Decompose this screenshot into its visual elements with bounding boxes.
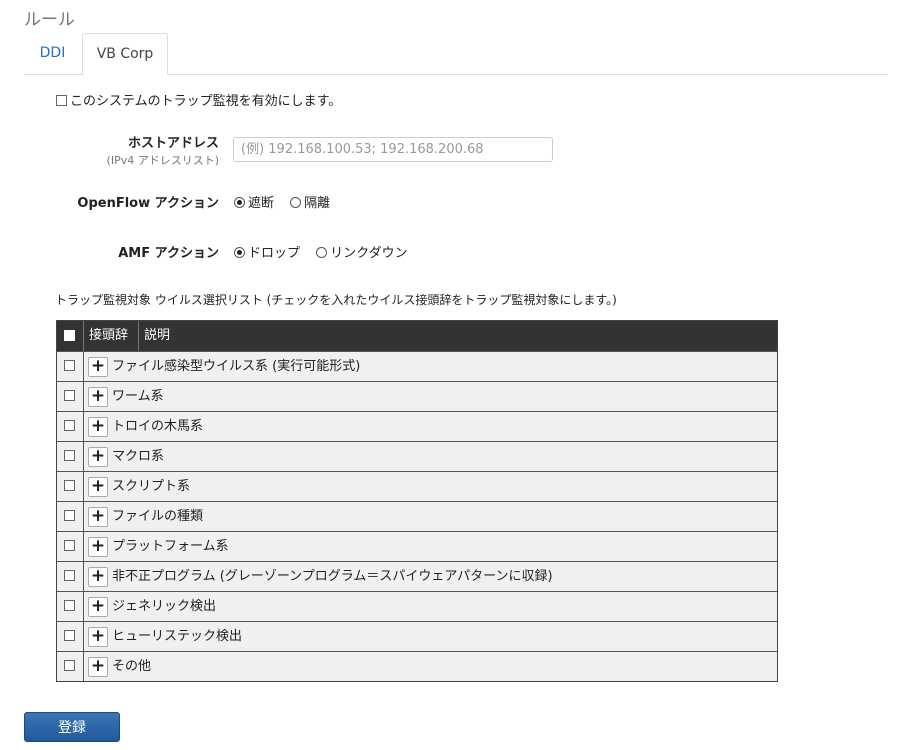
radio-icon[interactable]: [290, 197, 302, 208]
virus-category-label: プラットフォーム系: [112, 539, 229, 554]
column-header-description: 説明: [144, 328, 171, 343]
table-row: + ワーム系: [57, 381, 777, 411]
row-checkbox[interactable]: [64, 540, 75, 551]
virus-category-label: ヒューリステック検出: [112, 629, 243, 644]
table-row: + スクリプト系: [57, 471, 777, 501]
virus-list-description: トラップ監視対象 ウイルス選択リスト (チェックを入れたウイルス接頭辞をトラップ…: [55, 293, 617, 307]
plus-icon[interactable]: +: [88, 356, 108, 377]
table-row: + トロイの木馬系: [57, 411, 777, 441]
table-header: 接頭辞 説明: [57, 321, 777, 351]
openflow-option-quarantine[interactable]: 隔離: [290, 192, 330, 211]
host-address-sublabel: (IPv4 アドレスリスト): [106, 154, 219, 167]
virus-category-label: ワーム系: [112, 389, 164, 404]
plus-icon[interactable]: +: [88, 446, 108, 467]
plus-icon[interactable]: +: [88, 626, 108, 647]
virus-category-label: 非不正プログラム (グレーゾーンプログラム＝スパイウェアパターンに収録): [112, 569, 553, 584]
plus-icon[interactable]: +: [88, 416, 108, 437]
tab-bar: DDI VB Corp: [24, 33, 888, 75]
row-checkbox[interactable]: [64, 510, 75, 521]
virus-category-label: ファイル感染型ウイルス系 (実行可能形式): [112, 359, 361, 374]
radio-icon[interactable]: [316, 247, 328, 258]
plus-icon[interactable]: +: [88, 596, 108, 617]
table-row: + プラットフォーム系: [57, 531, 777, 561]
table-row: + マクロ系: [57, 441, 777, 471]
row-checkbox[interactable]: [64, 660, 75, 671]
select-all-checkbox[interactable]: [64, 330, 75, 341]
host-address-input[interactable]: [233, 137, 553, 162]
column-header-prefix: 接頭辞: [84, 321, 139, 351]
host-address-label: ホストアドレス: [127, 136, 219, 151]
amf-action-radio-group: ドロップ リンクダウン: [234, 242, 420, 261]
openflow-action-label: OpenFlow アクション: [77, 196, 219, 211]
row-checkbox[interactable]: [64, 570, 75, 581]
radio-selected-icon[interactable]: [234, 247, 245, 258]
row-checkbox[interactable]: [64, 630, 75, 641]
row-checkbox[interactable]: [64, 480, 75, 491]
enable-trap-checkbox[interactable]: [56, 95, 67, 106]
openflow-action-radio-group: 遮断 隔離: [234, 192, 342, 211]
table-row: + その他: [57, 651, 777, 681]
enable-trap-option[interactable]: このシステムのトラップ監視を有効にします。: [56, 90, 341, 109]
row-checkbox[interactable]: [64, 360, 75, 371]
plus-icon[interactable]: +: [88, 386, 108, 407]
virus-category-label: トロイの木馬系: [112, 419, 204, 434]
enable-trap-label: このシステムのトラップ監視を有効にします。: [70, 94, 342, 109]
radio-selected-icon[interactable]: [234, 197, 245, 208]
table-row: + ジェネリック検出: [57, 591, 777, 621]
virus-category-label: スクリプト系: [112, 479, 191, 494]
register-button[interactable]: 登録: [24, 712, 120, 742]
plus-icon[interactable]: +: [88, 566, 108, 587]
plus-icon[interactable]: +: [88, 476, 108, 497]
page-title: ルール: [24, 10, 75, 30]
openflow-option-block[interactable]: 遮断: [234, 192, 274, 211]
row-checkbox[interactable]: [64, 390, 75, 401]
tab-ddi[interactable]: DDI: [24, 33, 81, 73]
virus-prefix-table: 接頭辞 説明 + ファイル感染型ウイルス系 (実行可能形式) + ワーム系 + トロイの木…: [56, 320, 778, 682]
virus-category-label: ファイルの種類: [112, 509, 204, 524]
virus-category-label: その他: [112, 659, 152, 674]
plus-icon[interactable]: +: [88, 506, 108, 527]
plus-icon[interactable]: +: [88, 656, 108, 677]
table-row: + ファイル感染型ウイルス系 (実行可能形式): [57, 351, 777, 381]
virus-category-label: ジェネリック検出: [112, 599, 217, 614]
row-checkbox[interactable]: [64, 420, 75, 431]
amf-action-label: AMF アクション: [118, 246, 219, 261]
plus-icon[interactable]: +: [88, 536, 108, 557]
table-row: + ファイルの種類: [57, 501, 777, 531]
amf-option-linkdown[interactable]: リンクダウン: [316, 242, 408, 261]
virus-category-label: マクロ系: [112, 449, 165, 464]
row-checkbox[interactable]: [64, 600, 75, 611]
tab-vb-corp[interactable]: VB Corp: [82, 33, 168, 75]
row-checkbox[interactable]: [64, 450, 75, 461]
table-body: + ファイル感染型ウイルス系 (実行可能形式) + ワーム系 + トロイの木馬系 + マクロ系…: [57, 351, 777, 681]
table-row: + ヒューリステック検出: [57, 621, 777, 651]
table-row: + 非不正プログラム (グレーゾーンプログラム＝スパイウェアパターンに収録): [57, 561, 777, 591]
amf-option-drop[interactable]: ドロップ: [234, 242, 300, 261]
